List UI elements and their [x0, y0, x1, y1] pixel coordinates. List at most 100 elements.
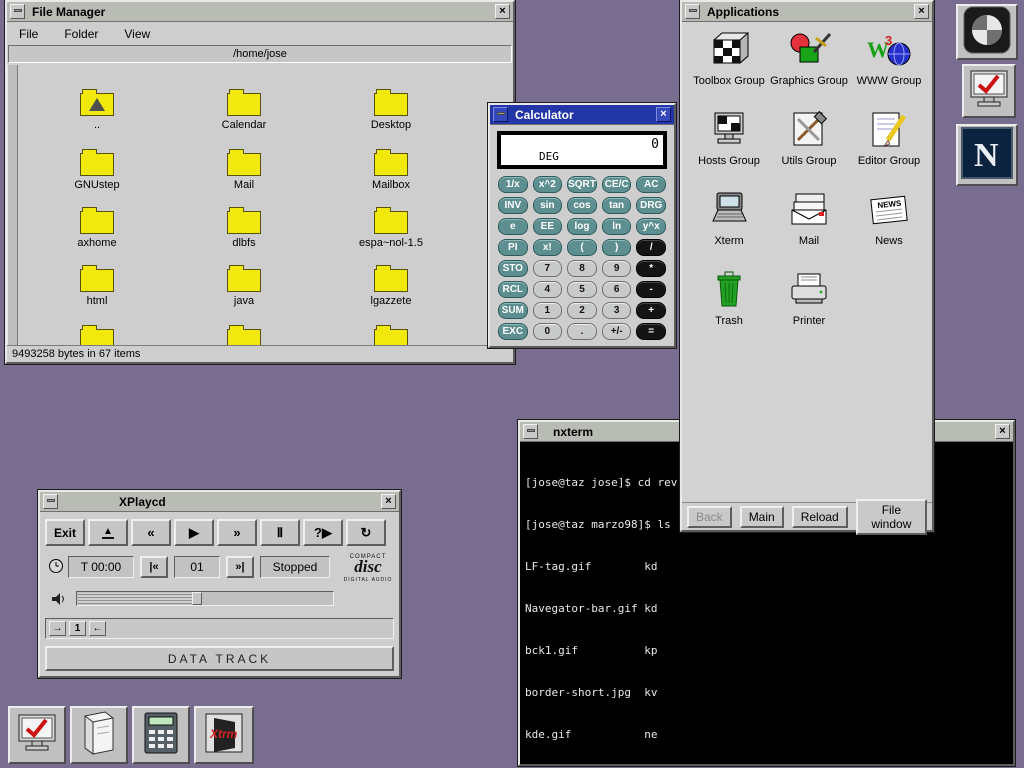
- window-menu-button[interactable]: [523, 424, 538, 439]
- app-item-www-group[interactable]: W 3 WWW Group: [848, 30, 930, 87]
- key-5[interactable]: 5: [567, 281, 597, 298]
- dock-tile-monitor-check-2[interactable]: [8, 706, 66, 764]
- key-4[interactable]: 4: [533, 281, 563, 298]
- dock-tile-calculator[interactable]: [132, 706, 190, 764]
- key-y^x[interactable]: y^x: [636, 218, 666, 235]
- dock-tile-netscape[interactable]: N: [956, 124, 1018, 186]
- key-e[interactable]: e: [498, 218, 528, 235]
- folder-item[interactable]: dlbfs: [201, 205, 287, 249]
- vertical-scrollbar[interactable]: [7, 65, 18, 345]
- rewind-button[interactable]: «: [131, 519, 171, 546]
- key-ce/c[interactable]: CE/C: [602, 176, 632, 193]
- window-menu-button[interactable]: [10, 4, 25, 19]
- close-button[interactable]: ×: [495, 4, 510, 19]
- key-cos[interactable]: cos: [567, 197, 597, 214]
- app-item-hosts-group[interactable]: Hosts Group: [688, 110, 770, 167]
- app-item-news[interactable]: NEWS News: [848, 190, 930, 247]
- key-divide[interactable]: /: [636, 239, 666, 256]
- next-track-button[interactable]: »|: [226, 556, 254, 578]
- intro-scan-button[interactable]: ?▶: [303, 519, 343, 546]
- key-exc[interactable]: EXC: [498, 323, 528, 340]
- pause-button[interactable]: Ⅱ: [260, 519, 300, 546]
- dock-tile-book[interactable]: [70, 706, 128, 764]
- key-2[interactable]: 2: [567, 302, 597, 319]
- folder-item[interactable]: lgazzete: [348, 263, 434, 307]
- dock-tile-monitor-check[interactable]: [962, 64, 1016, 118]
- key-drg[interactable]: DRG: [636, 197, 666, 214]
- folder-item[interactable]: Calendar: [201, 87, 287, 131]
- key-multiply[interactable]: *: [636, 260, 666, 277]
- key-pi[interactable]: PI: [498, 239, 528, 256]
- key-plus[interactable]: +: [636, 302, 666, 319]
- close-button[interactable]: ×: [914, 4, 929, 19]
- app-item-xterm[interactable]: Xterm: [688, 190, 770, 247]
- track-shift-right-button[interactable]: →: [49, 621, 66, 636]
- data-track-button[interactable]: DATA TRACK: [45, 646, 394, 671]
- key-log[interactable]: log: [567, 218, 597, 235]
- key-open-paren[interactable]: (: [567, 239, 597, 256]
- key-sum[interactable]: SUM: [498, 302, 528, 319]
- exit-button[interactable]: Exit: [45, 519, 85, 546]
- key-close-paren[interactable]: ): [602, 239, 632, 256]
- folder-item[interactable]: Mailbox: [348, 147, 434, 191]
- app-item-utils-group[interactable]: Utils Group: [768, 110, 850, 167]
- key-8[interactable]: 8: [567, 260, 597, 277]
- folder-item[interactable]: java: [201, 263, 287, 307]
- main-button[interactable]: Main: [740, 506, 784, 528]
- back-button[interactable]: Back: [687, 506, 732, 528]
- app-item-trash[interactable]: Trash: [688, 270, 770, 327]
- track-shift-left-button[interactable]: ←: [89, 621, 106, 636]
- app-item-editor-group[interactable]: Editor Group: [848, 110, 930, 167]
- file-window-button[interactable]: File window: [856, 499, 927, 535]
- dock-tile-gnustep[interactable]: [956, 4, 1018, 60]
- file-list-area[interactable]: .. Calendar Desktop GNUstep Mail Mailbox: [7, 65, 513, 345]
- key-9[interactable]: 9: [602, 260, 632, 277]
- folder-item[interactable]: [348, 323, 434, 345]
- key-6[interactable]: 6: [602, 281, 632, 298]
- eject-button[interactable]: ▲: [88, 519, 128, 546]
- key-equals[interactable]: =: [636, 323, 666, 340]
- calculator-titlebar[interactable]: Calculator ×: [490, 105, 674, 125]
- key-sin[interactable]: sin: [533, 197, 563, 214]
- key-ac[interactable]: AC: [636, 176, 666, 193]
- key-minus[interactable]: -: [636, 281, 666, 298]
- reload-button[interactable]: Reload: [792, 506, 848, 528]
- close-button[interactable]: ×: [995, 424, 1010, 439]
- window-menu-button[interactable]: [493, 107, 508, 122]
- fast-forward-button[interactable]: »: [217, 519, 257, 546]
- app-item-graphics-group[interactable]: Graphics Group: [768, 30, 850, 87]
- previous-track-button[interactable]: |«: [140, 556, 168, 578]
- file-manager-titlebar[interactable]: File Manager ×: [7, 2, 513, 22]
- key-inv[interactable]: INV: [498, 197, 528, 214]
- key-decimal[interactable]: .: [567, 323, 597, 340]
- volume-slider-thumb[interactable]: [192, 592, 202, 605]
- menu-file[interactable]: File: [19, 27, 38, 41]
- folder-item[interactable]: Desktop: [348, 87, 434, 131]
- folder-item[interactable]: [54, 323, 140, 345]
- folder-item[interactable]: axhome: [54, 205, 140, 249]
- key-plusminus[interactable]: +/-: [602, 323, 632, 340]
- key-sqrt[interactable]: SQRT: [567, 176, 597, 193]
- folder-item[interactable]: espa~nol-1.5: [348, 205, 434, 249]
- xplaycd-titlebar[interactable]: XPlaycd ×: [40, 492, 399, 512]
- app-item-mail[interactable]: Mail: [768, 190, 850, 247]
- key-0[interactable]: 0: [533, 323, 563, 340]
- menu-folder[interactable]: Folder: [64, 27, 98, 41]
- key-1/x[interactable]: 1/x: [498, 176, 528, 193]
- folder-item[interactable]: GNUstep: [54, 147, 140, 191]
- key-7[interactable]: 7: [533, 260, 563, 277]
- key-ee[interactable]: EE: [533, 218, 563, 235]
- play-button[interactable]: ▶: [174, 519, 214, 546]
- dock-tile-xterm[interactable]: Xtrm: [194, 706, 254, 764]
- loop-button[interactable]: ↻: [346, 519, 386, 546]
- key-x^2[interactable]: x^2: [533, 176, 563, 193]
- folder-item[interactable]: Mail: [201, 147, 287, 191]
- folder-item[interactable]: [201, 323, 287, 345]
- app-item-toolbox-group[interactable]: Toolbox Group: [688, 30, 770, 87]
- key-rcl[interactable]: RCL: [498, 281, 528, 298]
- applications-titlebar[interactable]: Applications ×: [682, 2, 932, 22]
- key-sto[interactable]: STO: [498, 260, 528, 277]
- track-chip-1[interactable]: 1: [69, 621, 86, 636]
- folder-item-up[interactable]: ..: [54, 87, 140, 131]
- key-3[interactable]: 3: [602, 302, 632, 319]
